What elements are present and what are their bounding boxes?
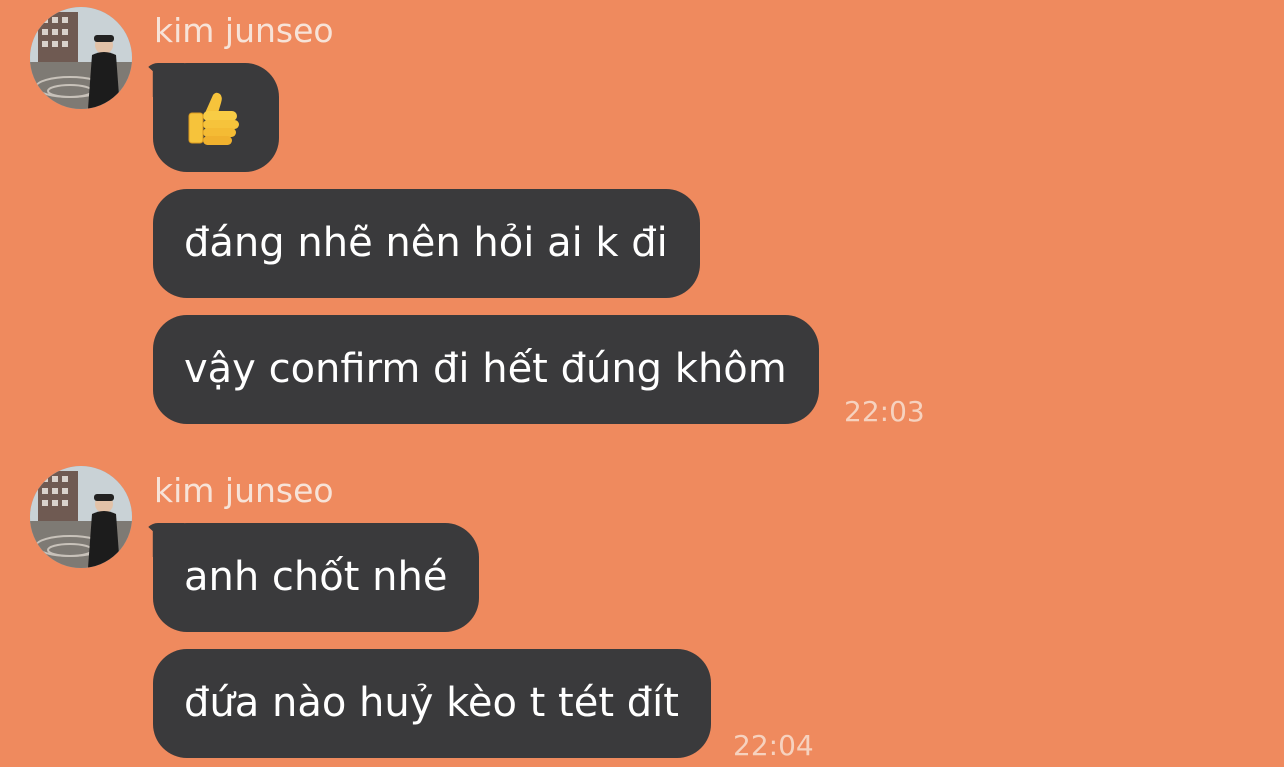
message-bubble[interactable]: anh chốt nhé	[153, 523, 480, 632]
message-bubble[interactable]: đáng nhẽ nên hỏi ai k đi	[153, 189, 700, 298]
message-bubble[interactable]	[153, 63, 279, 172]
message-bubble[interactable]: đứa nào huỷ kèo t tét đít	[153, 649, 711, 758]
message-timestamp: 22:04	[733, 729, 814, 762]
thumbs-up-icon	[188, 92, 239, 145]
sender-avatar[interactable]	[30, 466, 132, 568]
avatar-photo-icon	[30, 466, 132, 568]
sender-name: kim junseo	[154, 11, 334, 50]
sender-avatar[interactable]	[30, 7, 132, 109]
message-bubble[interactable]: vậy confirm đi hết đúng khôm	[153, 315, 819, 424]
message-timestamp: 22:03	[844, 395, 925, 428]
sender-name: kim junseo	[154, 471, 334, 510]
avatar-photo-icon	[30, 7, 132, 109]
